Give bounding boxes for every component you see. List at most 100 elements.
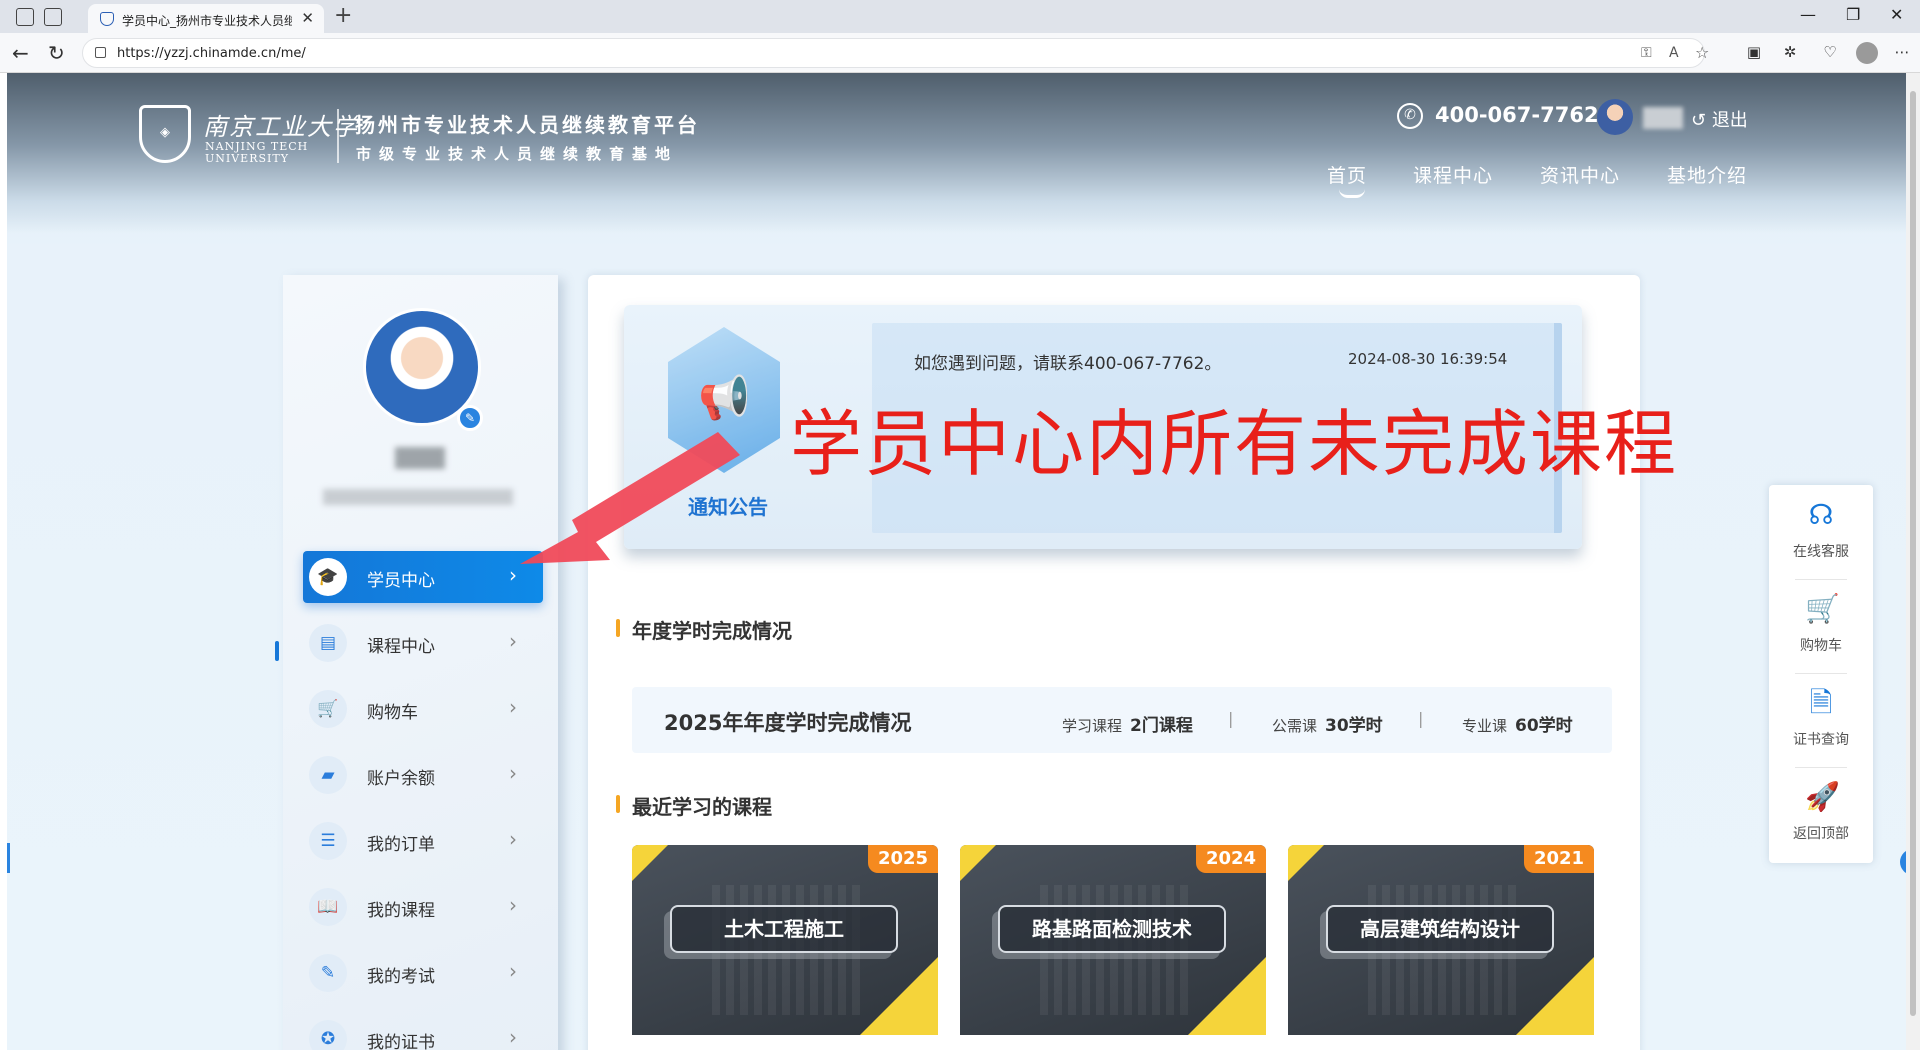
collapse-chevron-icon[interactable]: ‹ bbox=[1900, 849, 1906, 875]
course-card[interactable]: 2021 高层建筑结构设计 bbox=[1288, 845, 1594, 1035]
chevron-right-icon: › bbox=[509, 827, 517, 851]
sidebar-item-my-courses[interactable]: 📖 我的课程 › bbox=[303, 881, 543, 933]
edit-avatar-icon[interactable]: ✎ bbox=[457, 405, 483, 431]
key-icon[interactable]: ⚿ bbox=[1641, 45, 1652, 61]
float-label: 在线客服 bbox=[1793, 544, 1849, 560]
chevron-right-icon: › bbox=[509, 1025, 517, 1049]
maximize-button[interactable]: ❐ bbox=[1846, 5, 1860, 24]
sidebar-item-balance[interactable]: ▰ 账户余额 › bbox=[303, 749, 543, 801]
sidebar-item-label: 学员中心 bbox=[367, 571, 435, 591]
headset-icon: ☊ bbox=[1808, 498, 1834, 531]
float-back-to-top[interactable]: 🚀 返回顶部 bbox=[1769, 767, 1873, 861]
hours-value: 60学时 bbox=[1515, 716, 1573, 736]
phone-icon: ✆ bbox=[1397, 103, 1423, 129]
workspaces-icon[interactable] bbox=[16, 8, 34, 26]
hours-separator: | bbox=[1228, 709, 1234, 728]
logout-link[interactable]: ↺ 退出 bbox=[1691, 106, 1748, 132]
chevron-right-icon: › bbox=[509, 761, 517, 785]
graduation-cap-icon: 🎓 bbox=[309, 558, 347, 596]
tab-close-icon[interactable]: ✕ bbox=[301, 9, 314, 27]
course-year-badge: 2025 bbox=[868, 845, 938, 873]
sidebar-item-label: 我的考试 bbox=[367, 967, 435, 987]
course-year-badge: 2024 bbox=[1196, 845, 1266, 873]
refresh-icon[interactable]: ↻ bbox=[48, 41, 65, 65]
nav-news-center[interactable]: 资讯中心 bbox=[1540, 161, 1620, 188]
extension-icon[interactable]: ▣ bbox=[1744, 43, 1764, 63]
logout-label: 退出 bbox=[1711, 110, 1748, 131]
sidebar-item-label: 我的课程 bbox=[367, 901, 435, 921]
float-cart[interactable]: 🛒 购物车 bbox=[1769, 579, 1873, 673]
read-aloud-icon[interactable]: A bbox=[1669, 45, 1679, 61]
notice-cube-graphic: 📢 bbox=[668, 327, 780, 473]
hours-value: 2门课程 bbox=[1130, 716, 1193, 736]
minimize-button[interactable]: — bbox=[1800, 5, 1816, 24]
close-window-button[interactable]: ✕ bbox=[1890, 5, 1903, 24]
url-input[interactable]: https://yzzj.chinamde.cn/me/ ⚿ A ☆ bbox=[82, 38, 1709, 68]
favorite-star-icon[interactable]: ☆ bbox=[1695, 43, 1709, 62]
university-name-en: NANJING TECH UNIVERSITY bbox=[205, 141, 308, 165]
tab-actions-icon[interactable] bbox=[44, 8, 62, 26]
course-name: 路基路面检测技术 bbox=[998, 905, 1226, 953]
address-bar-row: ← ↻ https://yzzj.chinamde.cn/me/ ⚿ A ☆ ▣… bbox=[0, 33, 1920, 73]
extensions-puzzle-icon[interactable]: ✲ bbox=[1780, 43, 1800, 63]
annual-hours-row: 2025年年度学时完成情况 学习课程 2门课程 | 公需课 30学时 | 专业课 60… bbox=[632, 687, 1612, 753]
nav-home[interactable]: 首页 bbox=[1327, 161, 1367, 198]
sidebar-item-label: 课程中心 bbox=[367, 637, 435, 657]
notice-text[interactable]: 如您遇到问题，请联系400-067-7762。 bbox=[914, 349, 1221, 374]
course-stripe bbox=[860, 957, 938, 1035]
nav-base-intro[interactable]: 基地介绍 bbox=[1667, 161, 1747, 188]
sidebar-item-my-certificates[interactable]: ✪ 我的证书 › bbox=[303, 1013, 543, 1050]
float-online-service[interactable]: ☊ 在线客服 bbox=[1769, 485, 1873, 579]
chevron-right-icon: › bbox=[509, 563, 517, 587]
megaphone-icon: 📢 bbox=[698, 373, 751, 422]
chevron-right-icon: › bbox=[509, 893, 517, 917]
browser-tab[interactable]: 学员中心_扬州市专业技术人员继续教育平台 ✕ bbox=[88, 4, 324, 33]
sidebar-item-course-center[interactable]: ▤ 课程中心 › bbox=[303, 617, 543, 669]
user-avatar[interactable] bbox=[1597, 99, 1633, 135]
rocket-icon: 🚀 bbox=[1805, 780, 1840, 813]
course-stripe bbox=[1188, 957, 1266, 1035]
annotation-text: 学员中心内所有未完成课程 bbox=[790, 402, 1679, 486]
university-seal-logo: ◈ bbox=[139, 105, 191, 163]
tab-title: 学员中心_扬州市专业技术人员继续教育平台 bbox=[122, 14, 292, 28]
course-name: 土木工程施工 bbox=[670, 905, 898, 953]
chevron-right-icon: › bbox=[509, 629, 517, 653]
sidebar-item-orders[interactable]: ☰ 我的订单 › bbox=[303, 815, 543, 867]
back-icon[interactable]: ← bbox=[12, 41, 29, 65]
course-card[interactable]: 2024 路基路面检测技术 bbox=[960, 845, 1266, 1035]
cart-icon: 🛒 bbox=[309, 690, 347, 728]
float-certificate-search[interactable]: 🗎 证书查询 bbox=[1769, 673, 1873, 767]
cart-icon: 🛒 bbox=[1805, 592, 1840, 625]
sidebar-item-student-center[interactable]: 🎓 学员中心 › bbox=[303, 551, 543, 603]
certificate-search-icon: 🗎 bbox=[1809, 686, 1833, 719]
health-icon[interactable]: ♡ bbox=[1820, 43, 1840, 63]
sidebar-item-cart[interactable]: 🛒 购物车 › bbox=[303, 683, 543, 735]
chevron-right-icon: › bbox=[509, 959, 517, 983]
sidebar-item-my-exams[interactable]: ✎ 我的考试 › bbox=[303, 947, 543, 999]
course-card[interactable]: 2025 土木工程施工 bbox=[632, 845, 938, 1035]
section-title-recent: 最近学习的课程 bbox=[616, 791, 772, 820]
notice-time: 2024-08-30 16:39:54 bbox=[1348, 350, 1508, 368]
wallet-icon: ▰ bbox=[309, 756, 347, 794]
browser-profile-avatar[interactable] bbox=[1856, 42, 1878, 64]
new-tab-button[interactable]: + bbox=[334, 3, 352, 28]
sidebar-item-label: 购物车 bbox=[367, 703, 418, 723]
user-name-blurred bbox=[1643, 107, 1683, 129]
page-scrollbar[interactable] bbox=[1906, 73, 1920, 1050]
course-stripe bbox=[1288, 845, 1324, 881]
certificate-icon: ✪ bbox=[309, 1020, 347, 1050]
student-name-blurred bbox=[395, 447, 445, 469]
nav-course-center[interactable]: 课程中心 bbox=[1413, 161, 1493, 188]
url-text: https://yzzj.chinamde.cn/me/ bbox=[117, 46, 306, 61]
left-edge-marker bbox=[7, 843, 10, 873]
notice-title: 通知公告 bbox=[688, 495, 768, 519]
student-sidebar: ✎ 🎓 学员中心 › ▤ 课程中心 › 🛒 购物车 › ▰ 账户余额 › ☰ 我… bbox=[283, 275, 558, 1050]
page: ◈ 南京工业大学 NANJING TECH UNIVERSITY 扬州市专业技术… bbox=[7, 73, 1906, 1050]
site-favicon-icon bbox=[100, 12, 114, 26]
float-label: 证书查询 bbox=[1793, 732, 1849, 748]
hours-item-courses: 学习课程 2门课程 bbox=[1062, 711, 1193, 736]
hours-separator: | bbox=[1418, 709, 1424, 728]
more-menu-icon[interactable]: ⋯ bbox=[1892, 43, 1912, 63]
course-stripe bbox=[960, 845, 996, 881]
scrollbar-thumb[interactable] bbox=[1910, 91, 1916, 1016]
